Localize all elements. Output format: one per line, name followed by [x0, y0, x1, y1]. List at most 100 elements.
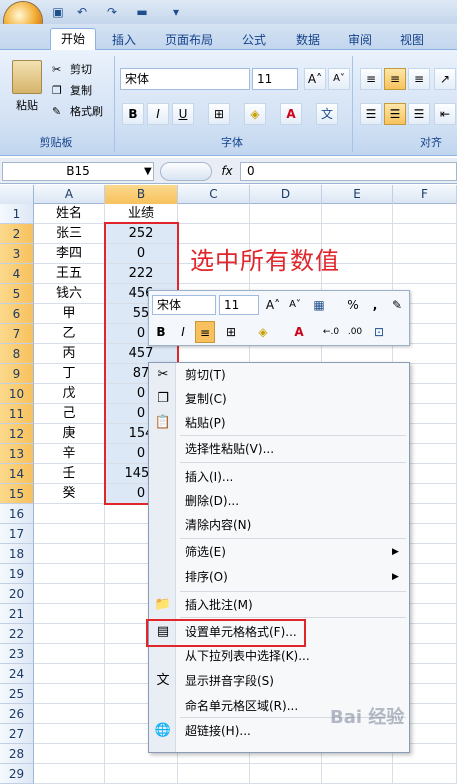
row-header[interactable]: 23 [0, 644, 34, 664]
mini-borders-icon[interactable]: ⊞ [221, 321, 241, 343]
mini-bold-button[interactable]: B [151, 321, 171, 343]
mini-percent-button[interactable]: % [343, 294, 363, 316]
bold-button[interactable]: B [122, 103, 144, 125]
mini-comma-button[interactable]: , [365, 294, 385, 316]
grid-cell[interactable] [178, 764, 250, 784]
row-header[interactable]: 25 [0, 684, 34, 704]
context-menu-item[interactable]: 清除内容(N) [185, 514, 251, 536]
copy-button[interactable]: 复制 [70, 83, 92, 99]
context-menu-item[interactable]: 筛选(E) [185, 541, 226, 563]
grid-cell[interactable] [393, 244, 457, 264]
name-box[interactable]: B15 [2, 162, 154, 181]
mini-merge-center-icon[interactable]: ⊡ [369, 321, 389, 343]
row-header[interactable]: 15 [0, 484, 34, 504]
row-header[interactable]: 13 [0, 444, 34, 464]
underline-button[interactable]: U [172, 103, 194, 125]
save-icon[interactable]: ▣ [50, 4, 66, 20]
mini-grow-font-icon[interactable]: A˄ [263, 294, 283, 316]
context-menu-item[interactable]: 插入批注(M) [185, 594, 253, 616]
redo-icon[interactable]: ↷ [104, 4, 120, 20]
tab-home[interactable]: 开始 [50, 28, 96, 51]
column-header-f[interactable]: F [393, 185, 457, 204]
row-header[interactable]: 7 [0, 324, 34, 344]
mini-increase-decimal-icon[interactable]: ←.0 [321, 321, 341, 343]
context-menu-item[interactable]: 粘贴(P) [185, 412, 226, 434]
context-menu-item[interactable]: 排序(O) [185, 566, 228, 588]
grid-cell[interactable] [250, 204, 322, 224]
tab-page-layout[interactable]: 页面布局 [158, 30, 220, 50]
context-menu-item[interactable]: 命名单元格区域(R)... [185, 695, 298, 717]
tab-view[interactable]: 视图 [392, 30, 432, 50]
column-header-e[interactable]: E [322, 185, 393, 204]
phonetic-icon[interactable]: 文 [316, 103, 338, 125]
align-middle-icon[interactable]: ≡ [384, 68, 406, 90]
row-header[interactable]: 3 [0, 244, 34, 264]
grid-cell[interactable]: 己 [34, 404, 105, 424]
grid-cell[interactable] [393, 204, 457, 224]
grid-cell[interactable] [34, 664, 105, 684]
shrink-font-icon[interactable]: A˅ [328, 68, 350, 90]
context-menu-item[interactable]: 删除(D)... [185, 490, 239, 512]
formula-bar-splitter[interactable] [160, 162, 212, 181]
grid-cell[interactable] [393, 764, 457, 784]
context-menu-item[interactable]: 超链接(H)... [185, 720, 251, 742]
grid-cell[interactable]: 丙 [34, 344, 105, 364]
row-header[interactable]: 26 [0, 704, 34, 724]
align-top-icon[interactable]: ≡ [360, 68, 382, 90]
grid-cell[interactable] [34, 564, 105, 584]
grid-cell[interactable] [322, 764, 393, 784]
column-header-a[interactable]: A [34, 185, 105, 204]
context-menu-item[interactable]: 显示拼音字段(S) [185, 670, 274, 692]
row-header[interactable]: 22 [0, 624, 34, 644]
paste-button[interactable]: 粘贴 [10, 98, 44, 114]
row-header[interactable]: 1 [0, 204, 34, 224]
row-header[interactable]: 4 [0, 264, 34, 284]
tab-insert[interactable]: 插入 [104, 30, 144, 50]
format-painter-icon[interactable]: ✎ [52, 104, 61, 120]
mini-fill-color-icon[interactable]: ◈ [253, 321, 273, 343]
grid-cell[interactable] [250, 764, 322, 784]
tab-review[interactable]: 审阅 [340, 30, 380, 50]
row-header[interactable]: 24 [0, 664, 34, 684]
row-header[interactable]: 8 [0, 344, 34, 364]
undo-icon[interactable]: ↶ [74, 4, 90, 20]
mini-align-center-icon[interactable]: ≡ [195, 321, 215, 343]
tab-formulas[interactable]: 公式 [234, 30, 274, 50]
row-header[interactable]: 19 [0, 564, 34, 584]
row-header[interactable]: 11 [0, 404, 34, 424]
row-header[interactable]: 20 [0, 584, 34, 604]
grid-cell[interactable]: 业绩 [105, 204, 178, 224]
grid-cell[interactable]: 甲 [34, 304, 105, 324]
row-header[interactable]: 29 [0, 764, 34, 784]
customize-qat-icon[interactable]: ▾ [168, 4, 184, 20]
grid-cell[interactable] [34, 584, 105, 604]
grid-cell[interactable] [34, 744, 105, 764]
row-header[interactable]: 2 [0, 224, 34, 244]
grid-cell[interactable] [34, 504, 105, 524]
insert-function-button[interactable]: fx [214, 162, 240, 181]
row-header[interactable]: 17 [0, 524, 34, 544]
grid-cell[interactable] [393, 264, 457, 284]
grid-cell[interactable]: 辛 [34, 444, 105, 464]
grid-cell[interactable] [34, 524, 105, 544]
align-bottom-icon[interactable]: ≡ [408, 68, 430, 90]
column-header-d[interactable]: D [250, 185, 322, 204]
row-header[interactable]: 6 [0, 304, 34, 324]
grid-cell[interactable] [34, 724, 105, 744]
grid-cell[interactable]: 张三 [34, 224, 105, 244]
grid-cell[interactable] [393, 224, 457, 244]
grid-cell[interactable]: 李四 [34, 244, 105, 264]
context-menu-item[interactable]: 剪切(T) [185, 364, 226, 386]
grid-cell[interactable]: 王五 [34, 264, 105, 284]
mini-italic-button[interactable]: I [173, 321, 193, 343]
column-header-c[interactable]: C [178, 185, 250, 204]
grid-cell[interactable]: 癸 [34, 484, 105, 504]
italic-button[interactable]: I [147, 103, 169, 125]
grid-cell[interactable] [322, 204, 393, 224]
context-menu-item[interactable]: 复制(C) [185, 388, 227, 410]
grid-cell[interactable] [34, 604, 105, 624]
row-header[interactable]: 9 [0, 364, 34, 384]
grid-cell[interactable]: 钱六 [34, 284, 105, 304]
row-header[interactable]: 18 [0, 544, 34, 564]
mini-format-painter-icon[interactable]: ✎ [387, 294, 407, 316]
